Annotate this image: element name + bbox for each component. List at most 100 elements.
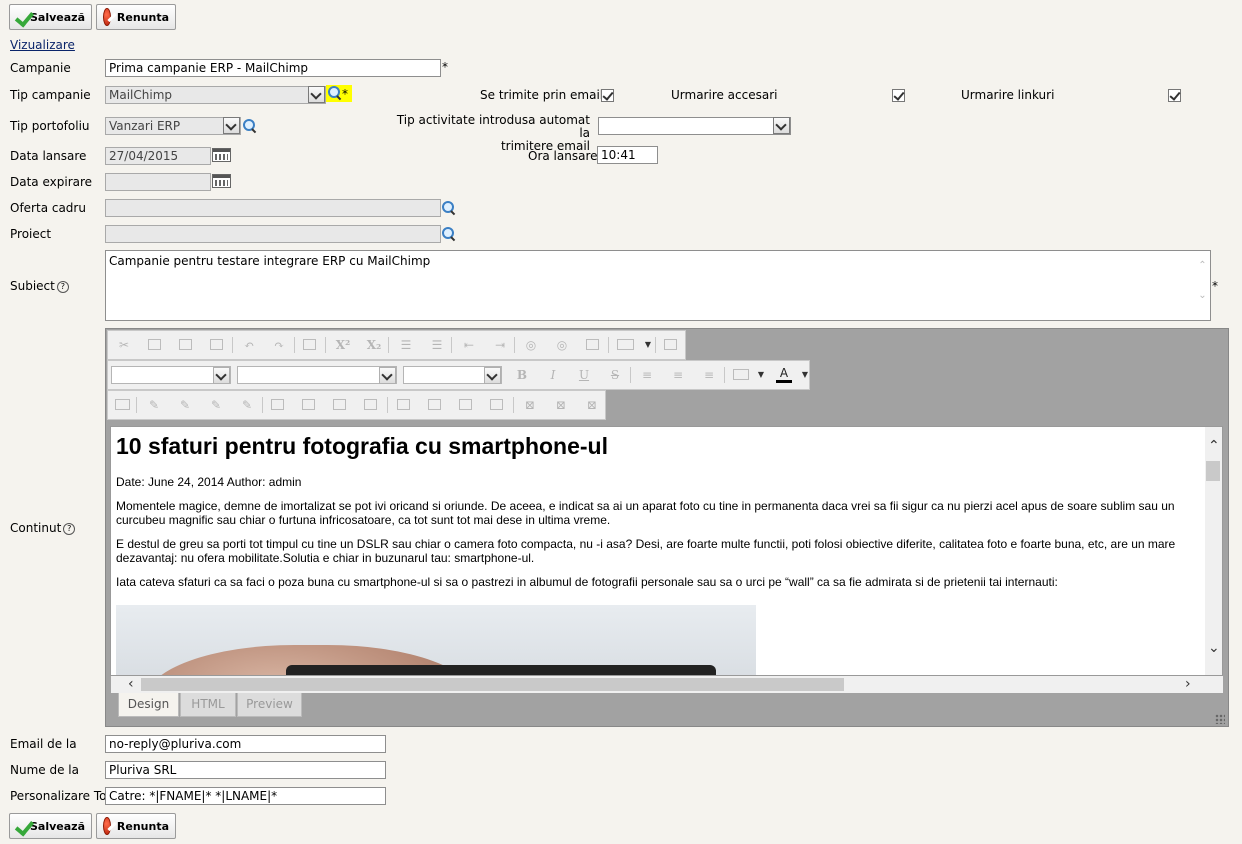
scroll-thumb[interactable]: [141, 678, 844, 691]
column-edit-icon[interactable]: ✎: [208, 397, 224, 413]
help-icon[interactable]: ?: [63, 523, 76, 535]
strikethrough-icon[interactable]: S: [607, 367, 623, 383]
tab-html[interactable]: HTML: [180, 693, 236, 717]
chevron-down-icon[interactable]: ▼: [797, 367, 813, 383]
urmarire-accesari-checkbox[interactable]: [892, 89, 905, 102]
chevron-up-icon[interactable]: ⌃: [1208, 439, 1220, 453]
cancel-button-bottom[interactable]: Renunta: [96, 813, 176, 839]
bullet-list-icon[interactable]: ☰: [429, 337, 445, 353]
outdent-icon[interactable]: ⇤: [461, 337, 477, 353]
fullscreen-icon[interactable]: [664, 339, 677, 350]
chevron-down-icon[interactable]: [773, 117, 790, 134]
insert-row-below-icon[interactable]: [302, 399, 315, 410]
help-icon[interactable]: ?: [56, 281, 69, 293]
insert-row-above-icon[interactable]: [271, 399, 284, 410]
link-icon[interactable]: ◎: [523, 337, 539, 353]
merge-cells-icon[interactable]: [397, 399, 410, 410]
cell-style-icon[interactable]: ✎: [239, 397, 255, 413]
insert-column-right-icon[interactable]: [364, 399, 377, 410]
resize-grip-icon[interactable]: [1215, 714, 1225, 724]
chevron-down-icon[interactable]: ▼: [640, 337, 656, 353]
chevron-down-icon[interactable]: [223, 117, 240, 134]
search-icon[interactable]: [442, 227, 456, 241]
nume-de-la-input[interactable]: Pluriva SRL: [105, 761, 386, 779]
lookup-highlight[interactable]: [326, 85, 352, 102]
subscript-icon[interactable]: X₂: [363, 337, 385, 353]
align-center-icon[interactable]: ≡: [670, 367, 686, 383]
save-button-bottom[interactable]: Salvează: [9, 813, 92, 839]
paste-word-icon[interactable]: [210, 339, 223, 350]
cut-icon[interactable]: ✂: [116, 337, 132, 353]
row-edit-icon[interactable]: ✎: [177, 397, 193, 413]
article-paragraph-2: E destul de greu sa porti tot timpul cu …: [116, 537, 1176, 565]
redo-icon[interactable]: ↷: [271, 337, 287, 353]
editor-document: 10 sfaturi pentru fotografia cu smartpho…: [116, 427, 1206, 599]
merge-right-icon[interactable]: [490, 399, 503, 410]
checkmark-icon: [16, 817, 24, 835]
save-button[interactable]: Salvează: [9, 4, 92, 30]
tip-portofoliu-select[interactable]: Vanzari ERP: [105, 117, 241, 135]
data-lansare-input[interactable]: 27/04/2015: [105, 147, 211, 165]
tab-preview[interactable]: Preview: [237, 693, 302, 717]
undo-icon[interactable]: ↶: [241, 337, 257, 353]
calendar-icon[interactable]: [212, 148, 231, 162]
tip-campanie-select[interactable]: MailChimp: [105, 86, 326, 104]
campanie-input[interactable]: Prima campanie ERP - MailChimp: [105, 59, 441, 77]
delete-cell-icon[interactable]: ⊠: [584, 397, 600, 413]
subiect-scrollbar[interactable]: ⌃ ⌄: [1195, 251, 1210, 320]
oferta-cadru-input[interactable]: [105, 199, 441, 217]
proiect-input[interactable]: [105, 225, 441, 243]
delete-row-icon[interactable]: ⊠: [522, 397, 538, 413]
email-de-la-input[interactable]: no-reply@pluriva.com: [105, 735, 386, 753]
image-icon[interactable]: [586, 339, 599, 350]
ora-lansare-input[interactable]: 10:41: [597, 146, 658, 164]
insert-column-left-icon[interactable]: [333, 399, 346, 410]
font-family-select[interactable]: [237, 366, 397, 384]
bold-icon[interactable]: B: [514, 367, 530, 383]
indent-icon[interactable]: ⇥: [492, 337, 508, 353]
align-right-icon[interactable]: ≡: [701, 367, 717, 383]
chevron-down-icon[interactable]: ⌄: [1208, 641, 1220, 655]
font-size-select[interactable]: [403, 366, 502, 384]
delete-column-icon[interactable]: ⊠: [553, 397, 569, 413]
font-color-icon[interactable]: A: [776, 367, 792, 383]
italic-icon[interactable]: I: [545, 367, 561, 383]
urmarire-linkuri-checkbox[interactable]: [1168, 89, 1181, 102]
tip-campanie-label: Tip campanie: [10, 88, 91, 102]
chevron-down-icon[interactable]: ▼: [753, 367, 769, 383]
split-cell-icon[interactable]: [428, 399, 441, 410]
table-props-icon[interactable]: [115, 399, 130, 410]
paste-icon[interactable]: [179, 339, 192, 350]
unlink-icon[interactable]: ◎: [554, 337, 570, 353]
copy-icon[interactable]: [148, 339, 161, 350]
editor-vertical-scrollbar[interactable]: ⌃ ⌄: [1205, 427, 1222, 675]
highlight-icon[interactable]: [733, 369, 749, 380]
tab-design[interactable]: Design: [118, 693, 179, 717]
underline-icon[interactable]: U: [576, 367, 592, 383]
se-trimite-checkbox[interactable]: [601, 89, 614, 102]
editor-content-area[interactable]: 10 sfaturi pentru fotografia cu smartpho…: [110, 426, 1223, 676]
cell-edit-icon[interactable]: ✎: [146, 397, 162, 413]
editor-toolbar-row3: ✎ ✎ ✎ ✎ ⊠ ⊠ ⊠: [107, 390, 606, 420]
search-icon[interactable]: [243, 119, 257, 133]
ordered-list-icon[interactable]: ☰: [398, 337, 414, 353]
editor-horizontal-scrollbar[interactable]: ‹ ›: [111, 676, 1223, 693]
chevron-right-icon[interactable]: ›: [1185, 676, 1191, 692]
scroll-thumb[interactable]: [1206, 461, 1220, 481]
format-block-select[interactable]: [111, 366, 231, 384]
subiect-textarea[interactable]: Campanie pentru testare integrare ERP cu…: [105, 250, 1211, 321]
chevron-left-icon[interactable]: ‹: [128, 676, 134, 692]
align-left-icon[interactable]: ≡: [639, 367, 655, 383]
cancel-button[interactable]: Renunta: [96, 4, 176, 30]
merge-down-icon[interactable]: [459, 399, 472, 410]
superscript-icon[interactable]: X²: [332, 337, 354, 353]
view-link[interactable]: Vizualizare: [10, 38, 75, 52]
data-expirare-input[interactable]: [105, 173, 211, 191]
calendar-icon[interactable]: [212, 174, 231, 188]
spellcheck-icon[interactable]: [303, 339, 316, 350]
table-icon[interactable]: [617, 339, 634, 350]
personalizare-to-input[interactable]: Catre: *|FNAME|* *|LNAME|*: [105, 787, 386, 805]
chevron-down-icon[interactable]: [308, 86, 325, 103]
search-icon[interactable]: [442, 201, 456, 215]
tip-activitate-select[interactable]: [598, 117, 791, 135]
